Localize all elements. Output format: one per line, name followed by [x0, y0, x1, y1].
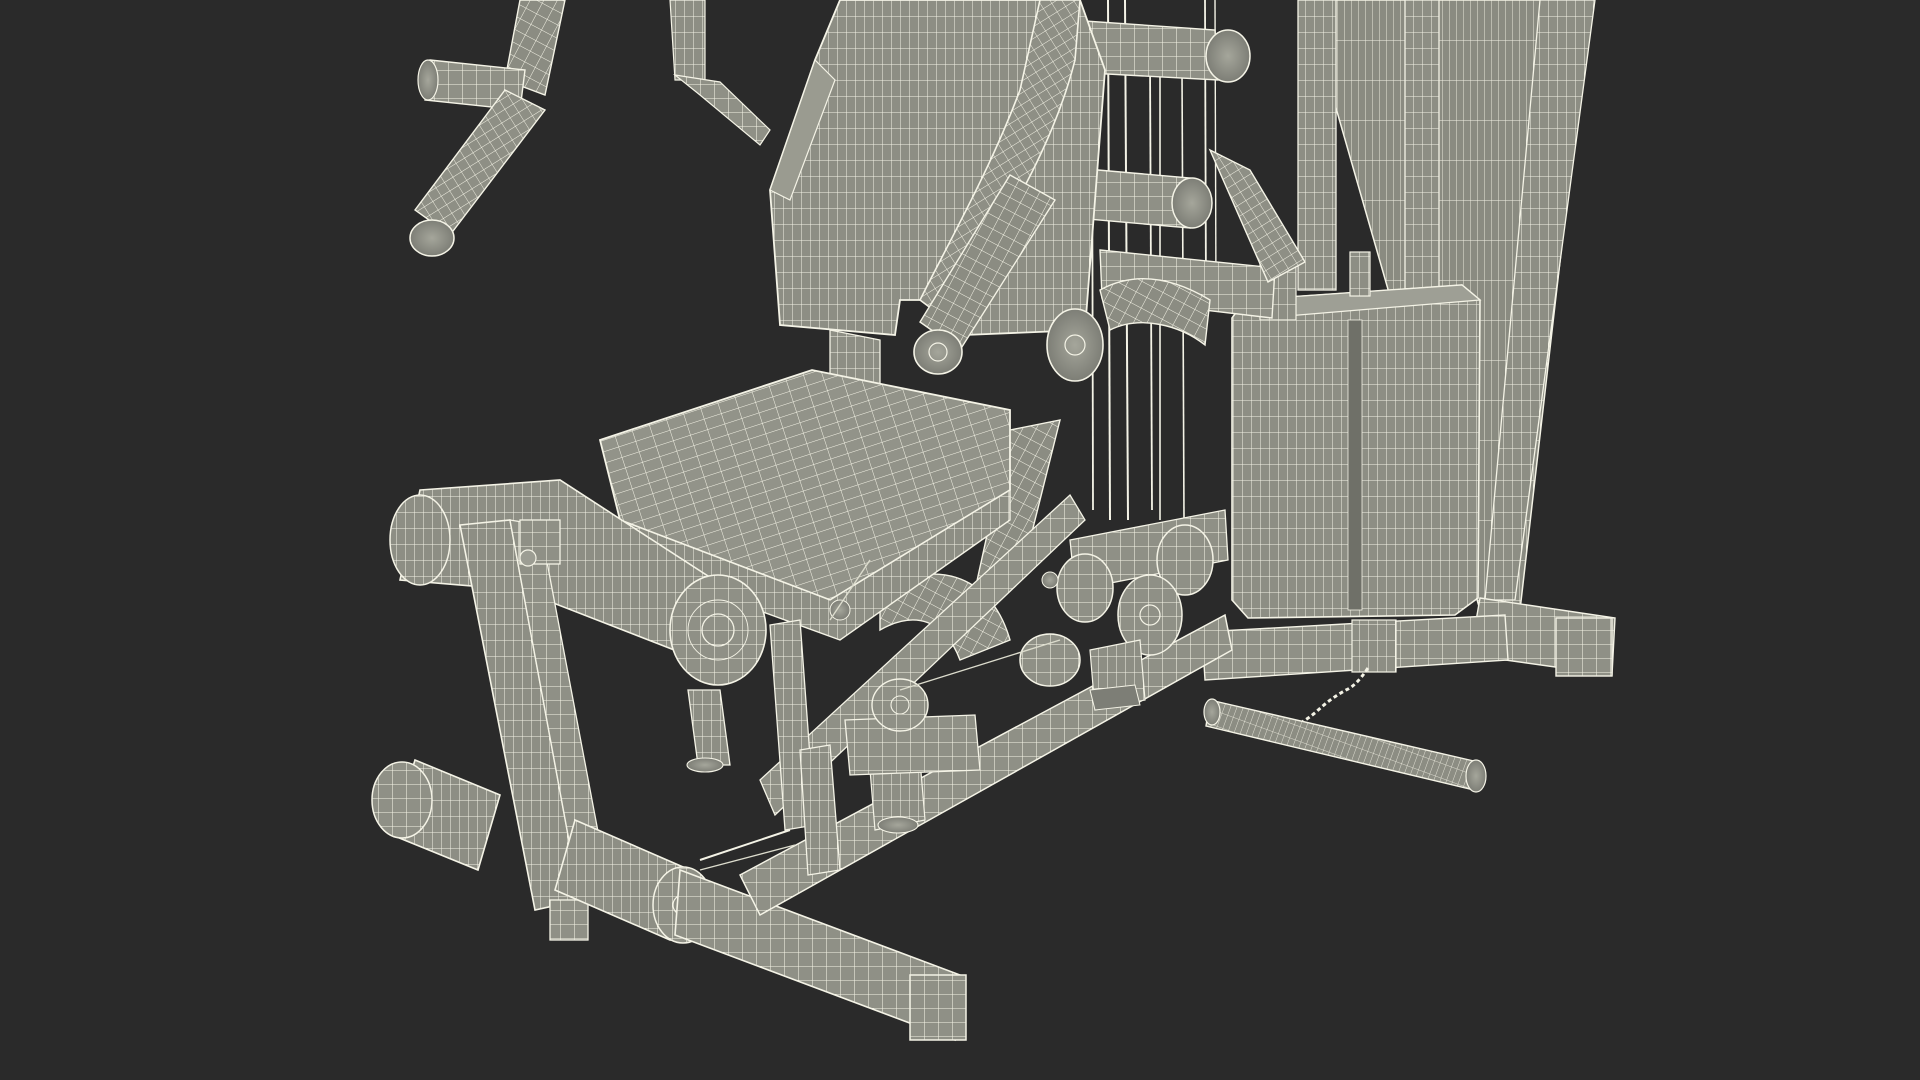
- home-gym-wireframe-render: [0, 0, 1920, 1080]
